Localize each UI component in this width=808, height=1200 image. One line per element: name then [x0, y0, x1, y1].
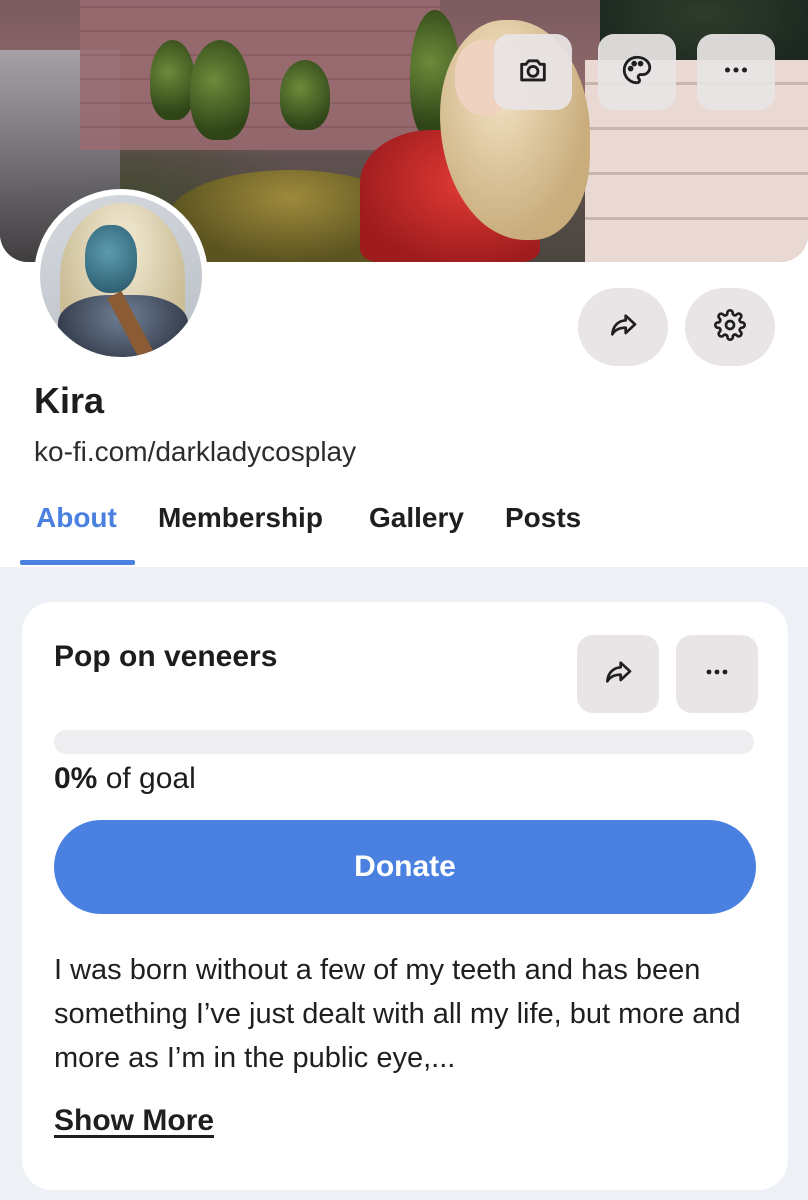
avatar[interactable]	[34, 189, 208, 363]
goal-title: Pop on veneers	[54, 640, 278, 673]
tab-membership[interactable]: Membership	[158, 496, 323, 568]
profile-name: Kira	[34, 380, 105, 421]
theme-button[interactable]	[598, 34, 676, 110]
share-goal-button[interactable]	[577, 635, 659, 713]
goal-percent: 0%	[54, 762, 98, 795]
active-tab-indicator	[20, 560, 135, 565]
camera-icon	[516, 53, 550, 92]
gear-icon	[714, 308, 746, 346]
share-icon	[602, 656, 634, 693]
donate-button[interactable]: Donate	[54, 820, 756, 914]
share-profile-button[interactable]	[578, 288, 668, 366]
more-horizontal-icon	[701, 656, 733, 693]
profile-url[interactable]: ko-fi.com/darkladycosplay	[34, 436, 356, 468]
tab-posts[interactable]: Posts	[505, 496, 581, 568]
tab-gallery[interactable]: Gallery	[369, 496, 464, 568]
cover-more-button[interactable]	[697, 34, 775, 110]
goal-card: Pop on veneers 0% of goal Donate I was b…	[22, 602, 788, 1190]
show-more-link[interactable]: Show More	[54, 1104, 214, 1138]
more-horizontal-icon	[719, 53, 753, 92]
change-cover-button[interactable]	[494, 34, 572, 110]
profile-page: Kira ko-fi.com/darkladycosplay About Mem…	[0, 0, 808, 1200]
palette-icon	[620, 53, 654, 92]
share-icon	[607, 309, 639, 346]
goal-more-button[interactable]	[676, 635, 758, 713]
goal-progress-bar	[54, 730, 754, 754]
settings-button[interactable]	[685, 288, 775, 366]
goal-progress-text: 0% of goal	[54, 762, 196, 796]
goal-of-label: of goal	[97, 762, 196, 795]
goal-description: I was born without a few of my teeth and…	[54, 954, 741, 1074]
tab-about[interactable]: About	[36, 496, 117, 568]
profile-tabs: About Membership Gallery Posts	[0, 496, 808, 568]
